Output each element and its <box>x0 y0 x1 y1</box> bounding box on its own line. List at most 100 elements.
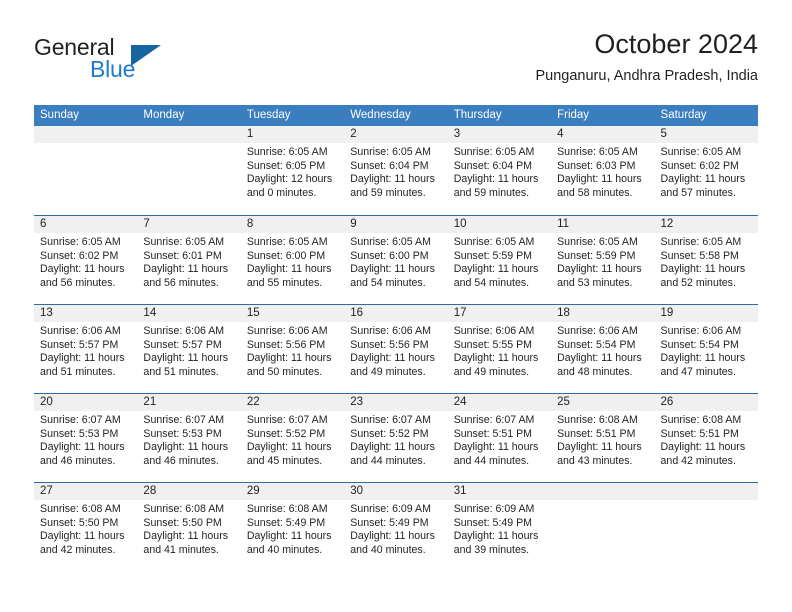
sunrise-text: Sunrise: 6:05 AM <box>350 236 431 248</box>
day-cell[interactable]: 20 Sunrise: 6:07 AM Sunset: 5:53 PM Dayl… <box>34 394 138 482</box>
day-number: 14 <box>137 305 241 322</box>
daylight-text-line2: and 59 minutes. <box>453 186 530 199</box>
day-details: Sunrise: 6:08 AM Sunset: 5:50 PM Dayligh… <box>34 500 137 557</box>
day-cell[interactable]: 21 Sunrise: 6:07 AM Sunset: 5:53 PM Dayl… <box>137 394 241 482</box>
sunset-text: Sunset: 6:04 PM <box>453 159 533 172</box>
day-cell[interactable]: 28 Sunrise: 6:08 AM Sunset: 5:50 PM Dayl… <box>137 483 241 571</box>
day-cell[interactable]: 15 Sunrise: 6:06 AM Sunset: 5:56 PM Dayl… <box>240 305 345 393</box>
day-cell[interactable]: 12 Sunrise: 6:05 AM Sunset: 5:58 PM Dayl… <box>654 216 758 304</box>
day-details: Sunrise: 6:05 AM Sunset: 6:05 PM Dayligh… <box>241 143 344 200</box>
daylight-text-line1: Daylight: 11 hours <box>557 263 642 276</box>
sunset-text: Sunset: 5:53 PM <box>143 427 222 440</box>
day-cell[interactable]: 29 Sunrise: 6:08 AM Sunset: 5:49 PM Dayl… <box>240 483 345 571</box>
sunset-text: Sunset: 5:59 PM <box>453 249 533 262</box>
day-number: 10 <box>447 216 552 233</box>
day-details: Sunrise: 6:08 AM Sunset: 5:51 PM Dayligh… <box>655 411 758 468</box>
day-cell[interactable]: 16 Sunrise: 6:06 AM Sunset: 5:56 PM Dayl… <box>344 305 448 393</box>
day-cell[interactable]: 10 Sunrise: 6:05 AM Sunset: 5:59 PM Dayl… <box>447 216 552 304</box>
week-row: 6 Sunrise: 6:05 AM Sunset: 6:02 PM Dayli… <box>34 215 758 304</box>
daylight-text-line1: Daylight: 11 hours <box>453 441 539 454</box>
daylight-text-line2: and 42 minutes. <box>40 543 116 556</box>
day-number: 26 <box>654 394 758 411</box>
day-number: 2 <box>344 126 448 143</box>
day-details: Sunrise: 6:07 AM Sunset: 5:53 PM Dayligh… <box>34 411 137 468</box>
weekday-header-friday: Friday <box>557 109 590 121</box>
day-cell[interactable]: 18 Sunrise: 6:06 AM Sunset: 5:54 PM Dayl… <box>551 305 655 393</box>
day-cell[interactable]: 31 Sunrise: 6:09 AM Sunset: 5:49 PM Dayl… <box>447 483 552 571</box>
sunset-text: Sunset: 5:51 PM <box>453 427 533 440</box>
day-cell[interactable]: 22 Sunrise: 6:07 AM Sunset: 5:52 PM Dayl… <box>240 394 345 482</box>
weekday-header-tuesday: Tuesday <box>246 109 291 121</box>
day-cell[interactable]: 6 Sunrise: 6:05 AM Sunset: 6:02 PM Dayli… <box>34 216 138 304</box>
sunset-text: Sunset: 5:53 PM <box>40 427 119 440</box>
daylight-text-line2: and 54 minutes. <box>453 276 530 289</box>
day-cell[interactable]: 24 Sunrise: 6:07 AM Sunset: 5:51 PM Dayl… <box>447 394 552 482</box>
sunrise-text: Sunrise: 6:07 AM <box>143 414 225 426</box>
day-details: Sunrise: 6:06 AM Sunset: 5:56 PM Dayligh… <box>344 322 447 379</box>
day-details: Sunrise: 6:06 AM Sunset: 5:54 PM Dayligh… <box>655 322 758 379</box>
day-cell[interactable]: 2 Sunrise: 6:05 AM Sunset: 6:04 PM Dayli… <box>344 126 448 215</box>
page-title: October 2024 <box>594 29 758 59</box>
day-cell[interactable] <box>34 126 138 215</box>
daylight-text-line2: and 49 minutes. <box>350 365 426 378</box>
day-cell[interactable]: 19 Sunrise: 6:06 AM Sunset: 5:54 PM Dayl… <box>654 305 758 393</box>
day-cell[interactable]: 9 Sunrise: 6:05 AM Sunset: 6:00 PM Dayli… <box>344 216 448 304</box>
day-number: 3 <box>447 126 552 143</box>
daylight-text-line1: Daylight: 11 hours <box>453 263 539 276</box>
day-number: 31 <box>447 483 552 500</box>
day-cell[interactable]: 17 Sunrise: 6:06 AM Sunset: 5:55 PM Dayl… <box>447 305 552 393</box>
daylight-text-line1: Daylight: 11 hours <box>143 530 229 543</box>
day-details: Sunrise: 6:06 AM Sunset: 5:55 PM Dayligh… <box>448 322 551 379</box>
daylight-text-line1: Daylight: 11 hours <box>557 352 642 365</box>
daylight-text-line2: and 56 minutes. <box>40 276 116 289</box>
day-cell[interactable]: 4 Sunrise: 6:05 AM Sunset: 6:03 PM Dayli… <box>551 126 655 215</box>
daylight-text-line2: and 43 minutes. <box>557 454 633 467</box>
daylight-text-line1: Daylight: 11 hours <box>350 263 435 276</box>
day-cell[interactable]: 30 Sunrise: 6:09 AM Sunset: 5:49 PM Dayl… <box>344 483 448 571</box>
day-number: 16 <box>344 305 448 322</box>
day-cell[interactable]: 1 Sunrise: 6:05 AM Sunset: 6:05 PM Dayli… <box>240 126 345 215</box>
daylight-text-line2: and 49 minutes. <box>453 365 530 378</box>
weekday-header-sunday: Sunday <box>40 109 80 121</box>
daylight-text-line1: Daylight: 11 hours <box>660 441 746 454</box>
day-cell[interactable]: 25 Sunrise: 6:08 AM Sunset: 5:51 PM Dayl… <box>551 394 655 482</box>
daylight-text-line1: Daylight: 11 hours <box>350 173 435 186</box>
sunrise-text: Sunrise: 6:06 AM <box>246 325 328 337</box>
day-cell[interactable]: 11 Sunrise: 6:05 AM Sunset: 5:59 PM Dayl… <box>551 216 655 304</box>
day-cell[interactable] <box>137 126 241 215</box>
daylight-text-line2: and 59 minutes. <box>350 186 426 199</box>
sunset-text: Sunset: 5:49 PM <box>350 516 429 529</box>
sunset-text: Sunset: 5:56 PM <box>350 338 429 351</box>
daylight-text-line2: and 58 minutes. <box>557 186 633 199</box>
daylight-text-line1: Daylight: 11 hours <box>660 263 746 276</box>
day-cell[interactable]: 14 Sunrise: 6:06 AM Sunset: 5:57 PM Dayl… <box>137 305 241 393</box>
day-number: 20 <box>34 394 138 411</box>
sunrise-text: Sunrise: 6:05 AM <box>143 236 225 248</box>
sunrise-text: Sunrise: 6:06 AM <box>660 325 742 337</box>
day-cell[interactable]: 23 Sunrise: 6:07 AM Sunset: 5:52 PM Dayl… <box>344 394 448 482</box>
day-cell[interactable]: 3 Sunrise: 6:05 AM Sunset: 6:04 PM Dayli… <box>447 126 552 215</box>
sunset-text: Sunset: 5:54 PM <box>660 338 739 351</box>
day-cell[interactable] <box>654 483 758 571</box>
day-cell[interactable]: 13 Sunrise: 6:06 AM Sunset: 5:57 PM Dayl… <box>34 305 138 393</box>
day-details: Sunrise: 6:05 AM Sunset: 5:59 PM Dayligh… <box>448 233 551 290</box>
week-row: 20 Sunrise: 6:07 AM Sunset: 5:53 PM Dayl… <box>34 393 758 482</box>
week-row: 13 Sunrise: 6:06 AM Sunset: 5:57 PM Dayl… <box>34 304 758 393</box>
day-number <box>34 126 138 143</box>
day-cell[interactable] <box>551 483 655 571</box>
day-number <box>654 483 758 500</box>
day-cell[interactable]: 27 Sunrise: 6:08 AM Sunset: 5:50 PM Dayl… <box>34 483 138 571</box>
day-number: 25 <box>551 394 655 411</box>
day-cell[interactable]: 8 Sunrise: 6:05 AM Sunset: 6:00 PM Dayli… <box>240 216 345 304</box>
day-cell[interactable]: 26 Sunrise: 6:08 AM Sunset: 5:51 PM Dayl… <box>654 394 758 482</box>
day-details: Sunrise: 6:09 AM Sunset: 5:49 PM Dayligh… <box>448 500 551 557</box>
sunrise-text: Sunrise: 6:05 AM <box>660 236 742 248</box>
day-cell[interactable]: 5 Sunrise: 6:05 AM Sunset: 6:02 PM Dayli… <box>654 126 758 215</box>
day-details: Sunrise: 6:05 AM Sunset: 6:00 PM Dayligh… <box>344 233 447 290</box>
sunset-text: Sunset: 5:52 PM <box>350 427 429 440</box>
daylight-text-line1: Daylight: 11 hours <box>143 441 229 454</box>
day-number <box>551 483 655 500</box>
daylight-text-line1: Daylight: 11 hours <box>246 352 332 365</box>
logo-text-blue: Blue <box>90 56 136 82</box>
day-cell[interactable]: 7 Sunrise: 6:05 AM Sunset: 6:01 PM Dayli… <box>137 216 241 304</box>
